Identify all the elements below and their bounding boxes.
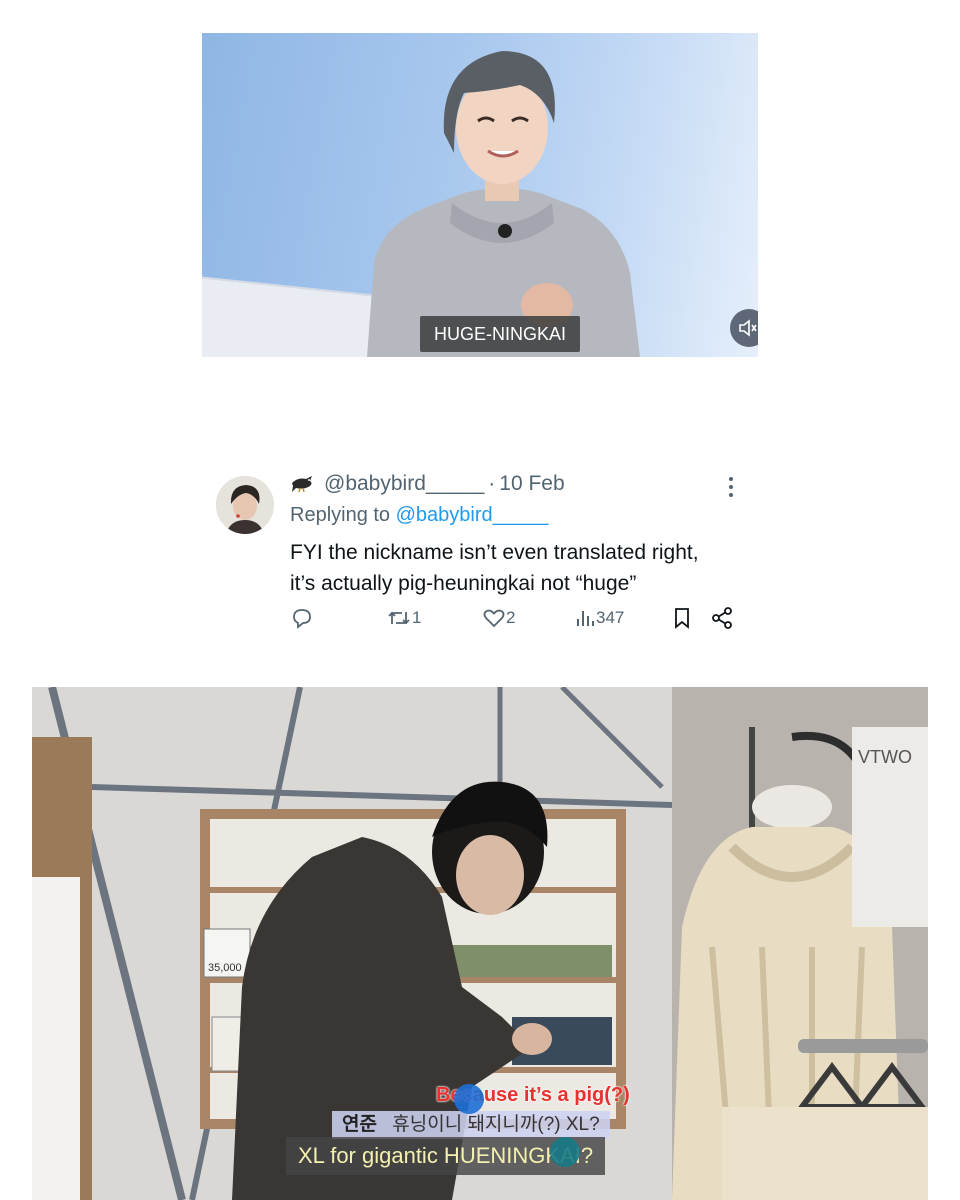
tweet-text-line: it’s actually pig-heuningkai not “huge” [290, 572, 637, 595]
share-button[interactable] [710, 604, 734, 632]
views-count: 347 [596, 608, 625, 627]
tweet-date[interactable]: 10 Feb [499, 472, 564, 496]
bookmark-button[interactable] [672, 604, 692, 632]
speaker-muted-icon [739, 319, 757, 337]
video-caption: HUGE-NINGKAI [420, 316, 580, 352]
avatar[interactable] [216, 476, 274, 534]
video-frame-person [367, 51, 640, 357]
replying-handle-link[interactable]: @babybird_____ [396, 504, 549, 526]
store-sign-text: VTWO [858, 747, 912, 767]
caption-korean: 연준 휴닝이니 돼지니까(?) XL? [332, 1111, 610, 1139]
views-button[interactable]: 347 [574, 604, 624, 632]
overlay-dot [550, 1137, 580, 1167]
price-tag-text: 35,000 [208, 962, 242, 974]
tweet-author-handle[interactable]: @babybird_____ [324, 472, 484, 496]
replying-prefix: Replying to [290, 504, 391, 526]
reply-button[interactable] [290, 604, 314, 632]
caption-korean-text: 휴닝이니 돼지니까(?) XL? [392, 1114, 600, 1135]
heart-icon [483, 609, 505, 628]
retweet-count: 1 [412, 608, 422, 627]
retweet-button[interactable]: 1 [386, 604, 421, 632]
tweet-header: @babybird_____ · 10 Feb [290, 472, 565, 496]
share-icon [712, 607, 732, 629]
views-chart-icon [577, 611, 594, 626]
like-button[interactable]: 2 [482, 604, 515, 632]
replying-to: Replying to @babybird_____ [290, 504, 548, 527]
caption-speaker: 연준 [342, 1114, 377, 1135]
video-player-top[interactable]: HUGE-NINGKAI [202, 33, 758, 357]
video-frame-bottom: 35,000 VTWO Because it’s a pig(?) 연준 휴닝이… [32, 687, 928, 1200]
separator-dot: · [488, 472, 496, 495]
more-vertical-icon [729, 477, 733, 497]
bookmark-icon [675, 608, 689, 629]
tweet-actions: 1 2 347 [290, 604, 740, 632]
tweet: @babybird_____ · 10 Feb Replying to @bab… [216, 470, 746, 640]
overlay-dot [454, 1084, 484, 1114]
crow-emoji-icon [292, 476, 312, 493]
tweet-text: FYI the nickname isn’t even translated r… [290, 537, 740, 599]
retweet-icon [388, 611, 410, 625]
reply-icon [293, 609, 311, 629]
like-count: 2 [506, 608, 516, 627]
tweet-text-line: FYI the nickname isn’t even translated r… [290, 541, 699, 564]
more-options-button[interactable] [724, 474, 738, 500]
